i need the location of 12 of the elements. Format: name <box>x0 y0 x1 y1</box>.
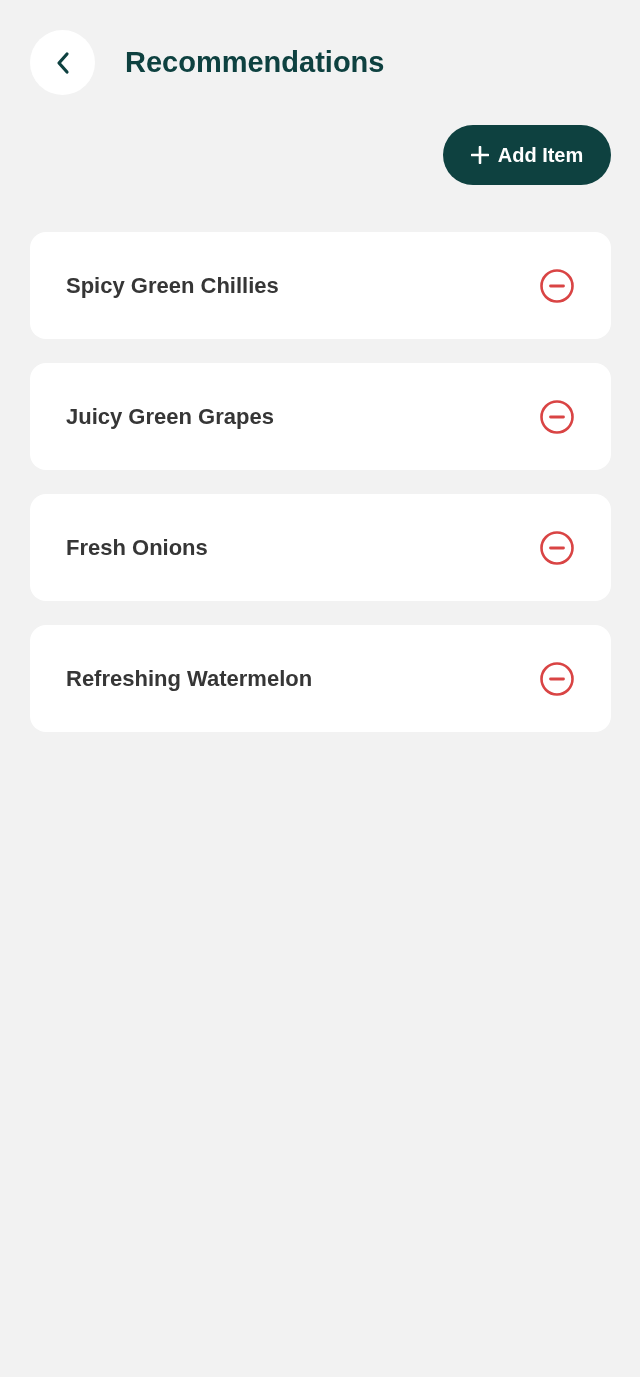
page-title: Recommendations <box>125 48 385 77</box>
item-name: Refreshing Watermelon <box>66 665 313 693</box>
remove-icon[interactable] <box>540 661 574 696</box>
item-name: Juicy Green Grapes <box>66 403 274 431</box>
back-icon <box>55 50 70 75</box>
add-item-button[interactable]: Add Item <box>443 125 611 185</box>
item-name: Fresh Onions <box>66 534 208 562</box>
remove-icon[interactable] <box>540 268 574 303</box>
remove-icon[interactable] <box>540 530 574 565</box>
plus-icon <box>470 146 489 164</box>
item-name: Spicy Green Chillies <box>66 272 279 300</box>
remove-icon[interactable] <box>540 399 574 434</box>
